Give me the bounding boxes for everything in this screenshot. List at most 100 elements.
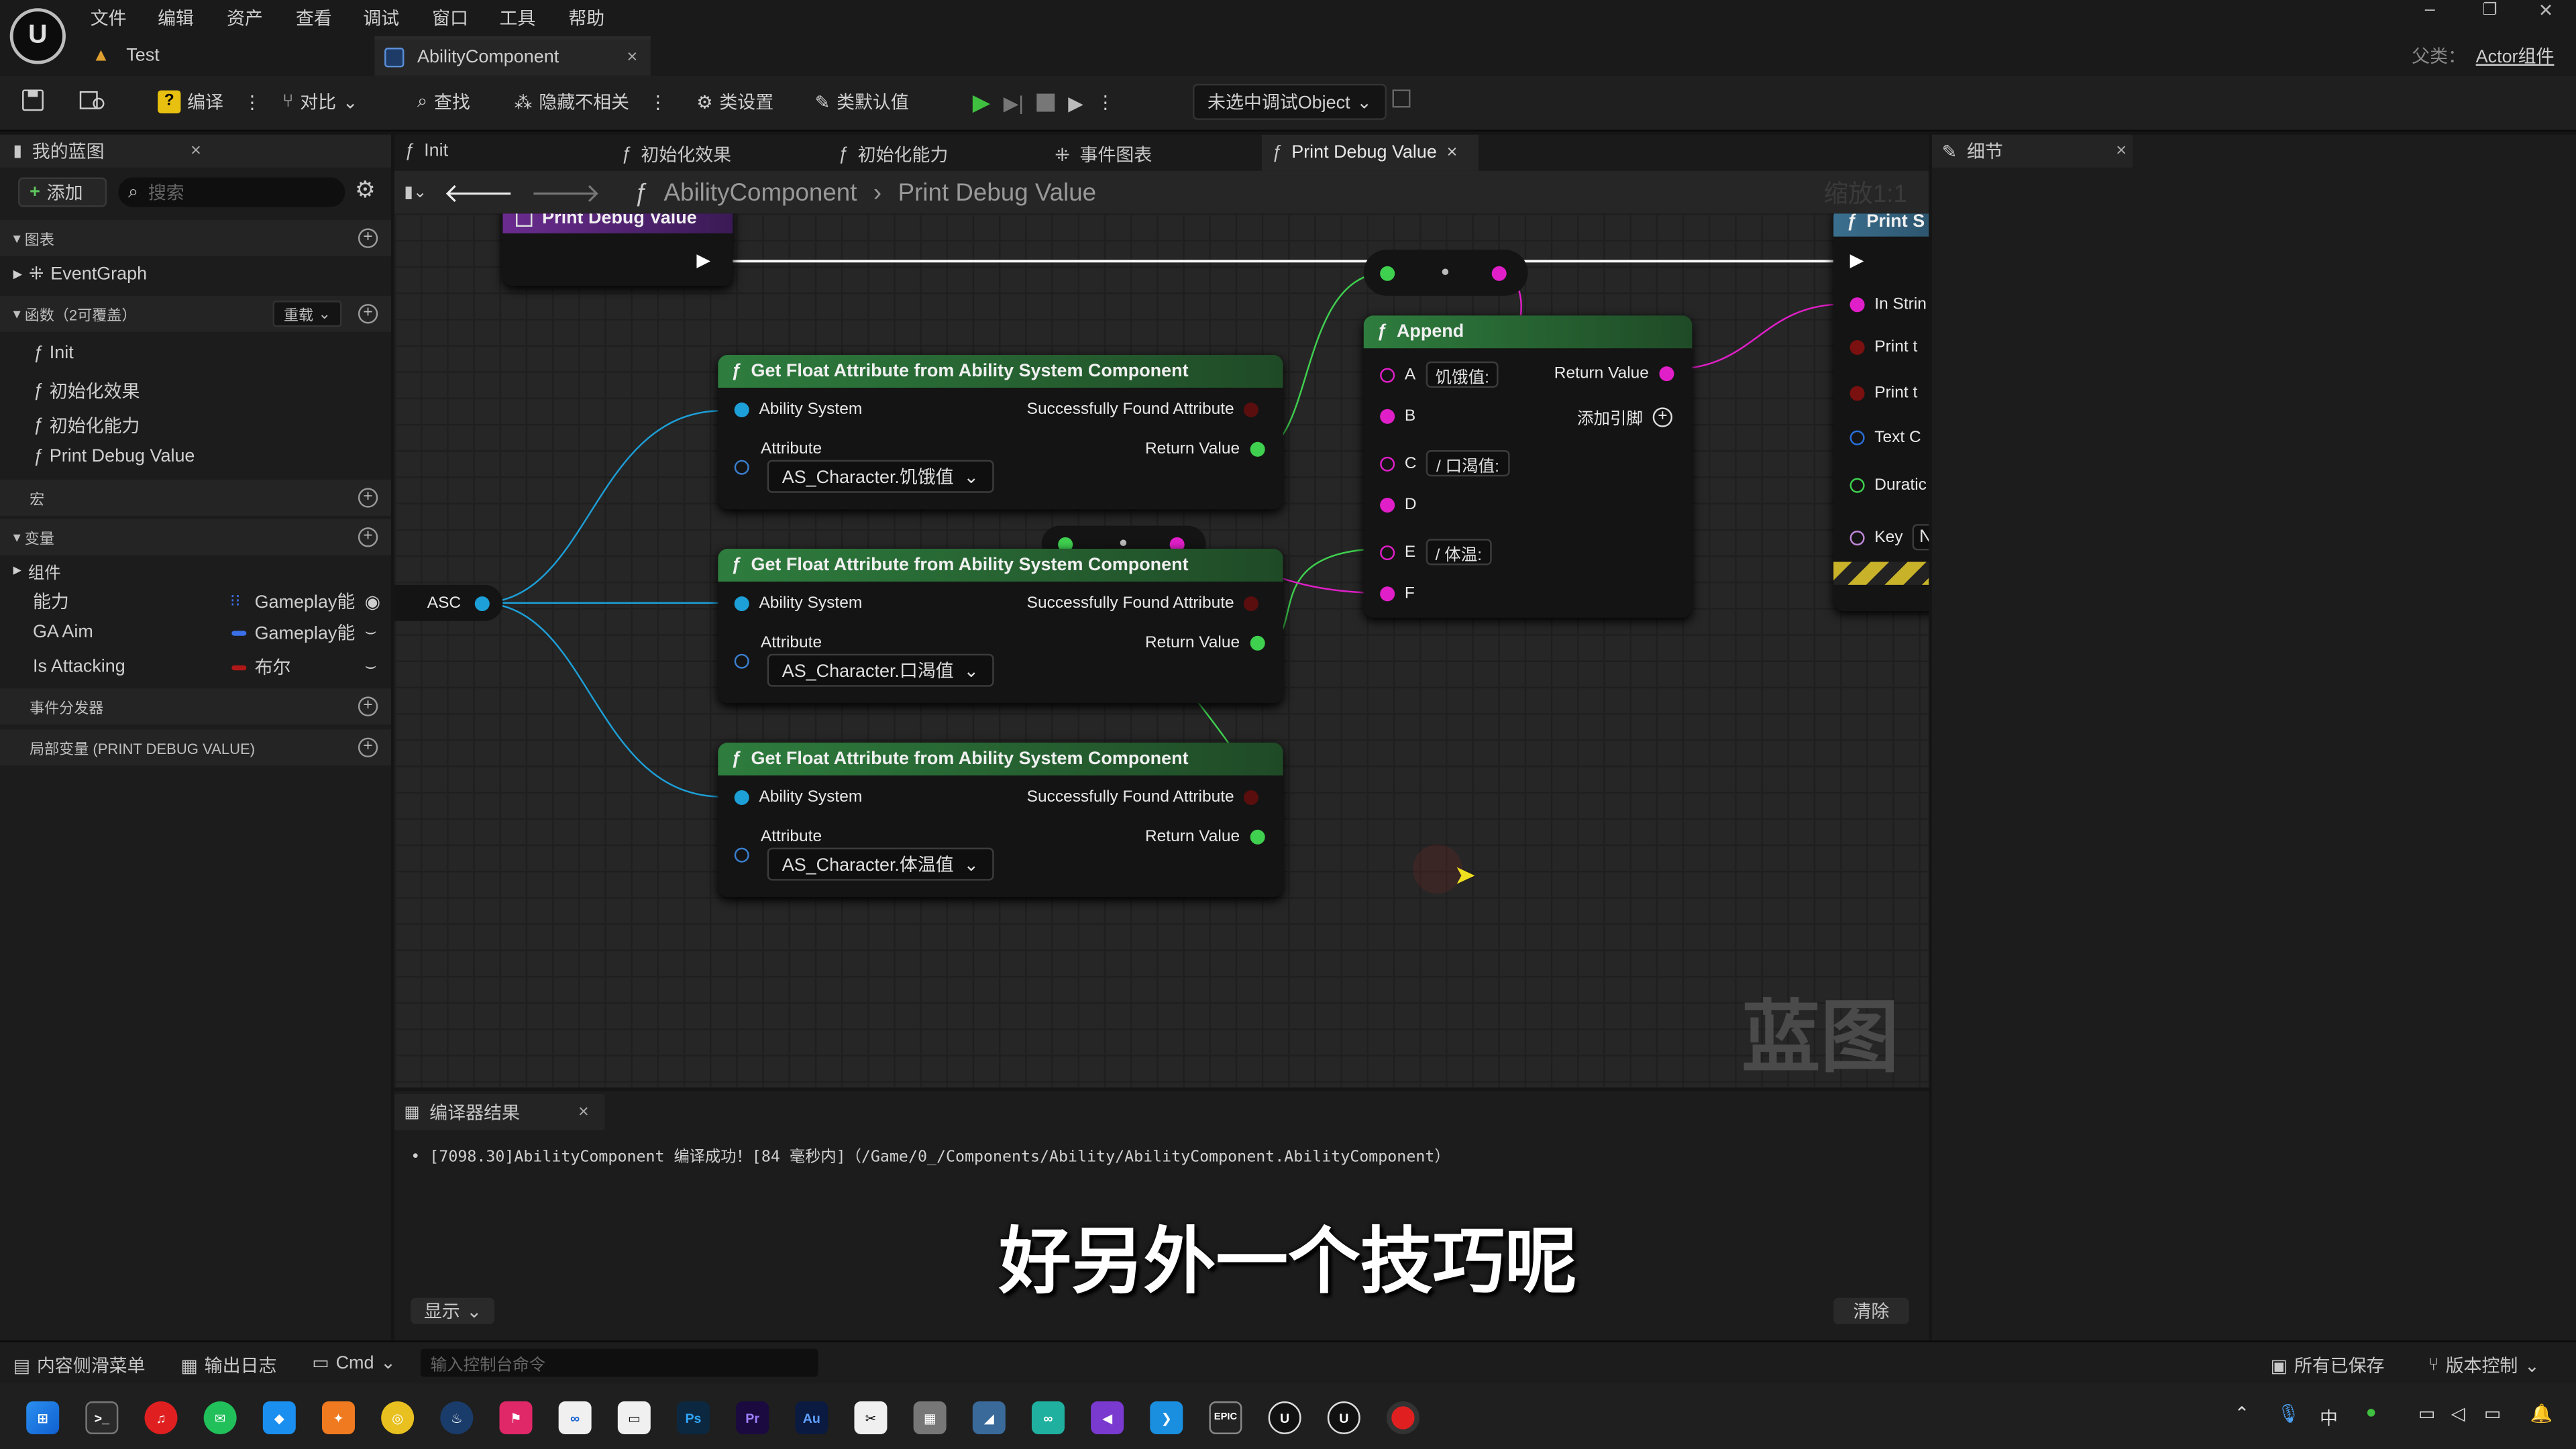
- return-value-pin[interactable]: Return Value: [1145, 828, 1265, 846]
- get-float-attribute-node[interactable]: ƒ Get Float Attribute from Ability System…: [718, 548, 1283, 704]
- capcut-icon[interactable]: ✂: [854, 1401, 888, 1434]
- visual-studio-icon[interactable]: ◀: [1091, 1401, 1124, 1434]
- compile-button[interactable]: ? 编译 ⋮: [158, 89, 261, 115]
- unreal-logo[interactable]: U: [9, 8, 66, 64]
- cmd-dropdown[interactable]: ▭ Cmd ⌄: [312, 1352, 396, 1374]
- text-color-pin[interactable]: Text C: [1849, 429, 1921, 447]
- content-drawer-button[interactable]: ▤ 内容侧滑菜单: [13, 1352, 146, 1379]
- menu-file[interactable]: 文件: [91, 5, 127, 31]
- section-macros[interactable]: 宏 +: [0, 480, 391, 516]
- append-text-input[interactable]: / 口渴值:: [1426, 450, 1509, 477]
- red-app-icon[interactable]: ⚑: [499, 1401, 533, 1434]
- add-macro-icon[interactable]: +: [358, 488, 378, 508]
- ability-system-pin[interactable]: Ability System: [734, 401, 862, 419]
- network-icon[interactable]: ▭: [2418, 1403, 2435, 1424]
- get-float-attribute-node[interactable]: ƒ Get Float Attribute from Ability System…: [718, 354, 1283, 510]
- add-graph-icon[interactable]: +: [358, 228, 378, 248]
- asc-variable-node[interactable]: ASC: [394, 584, 503, 621]
- event-graph-item[interactable]: ▸ ⁜ EventGraph: [13, 263, 147, 284]
- forward-arrow-icon[interactable]: 🡒: [531, 175, 601, 209]
- notification-bell-icon[interactable]: 🔔: [2530, 1403, 2553, 1424]
- graph-tab-init-abilities[interactable]: ƒ 初始化能力: [838, 142, 948, 168]
- source-control-button[interactable]: ⑂ 版本控制 ⌄: [2428, 1352, 2540, 1379]
- append-return-pin[interactable]: Return Value: [1554, 365, 1674, 383]
- tray-app-icon[interactable]: ●: [2366, 1403, 2377, 1422]
- eye-closed-icon[interactable]: ⌣: [365, 622, 377, 643]
- output-log-button[interactable]: ▦ 输出日志: [180, 1352, 276, 1379]
- oculus-icon[interactable]: ▭: [617, 1401, 651, 1434]
- append-node[interactable]: ƒ Append A 饥饿值: Return Value B 添加引脚 + C / 口渴…: [1363, 315, 1693, 618]
- append-pin-e[interactable]: E / 体温:: [1380, 539, 1492, 566]
- browse-icon[interactable]: [79, 89, 105, 111]
- wechat-icon[interactable]: ✉: [203, 1401, 237, 1434]
- save-icon[interactable]: [21, 89, 44, 111]
- tab-ability-component[interactable]: AbilityComponent ×: [374, 36, 651, 76]
- butterfly-app-icon[interactable]: ✦: [322, 1401, 355, 1434]
- microphone-icon[interactable]: 🎙: [2277, 1403, 2300, 1424]
- graph-tab-print-debug-value[interactable]: ƒ Print Debug Value ×: [1261, 134, 1479, 171]
- epic-games-icon[interactable]: EPIC: [1209, 1401, 1242, 1434]
- eye-closed-icon[interactable]: ⌣: [365, 656, 377, 678]
- hide-unrelated-button[interactable]: ⁂ 隐藏不相关 ⋮: [515, 89, 667, 115]
- section-variables[interactable]: ▾ 变量 +: [0, 519, 391, 555]
- close-icon[interactable]: ×: [627, 48, 637, 67]
- play-icon[interactable]: ▶: [973, 89, 990, 117]
- add-variable-icon[interactable]: +: [358, 527, 378, 547]
- struct-pin-icon[interactable]: [734, 653, 749, 669]
- return-value-pin[interactable]: Return Value: [1145, 634, 1265, 652]
- found-attribute-pin[interactable]: Successfully Found Attribute: [1027, 595, 1259, 612]
- obs-record-icon[interactable]: [1386, 1401, 1419, 1434]
- battery-icon[interactable]: ▭: [2484, 1403, 2501, 1424]
- premiere-icon[interactable]: Pr: [736, 1401, 769, 1434]
- windows-start-icon[interactable]: ⊞: [26, 1401, 60, 1434]
- ability-system-pin[interactable]: Ability System: [734, 789, 862, 806]
- found-attribute-pin[interactable]: Successfully Found Attribute: [1027, 789, 1259, 806]
- add-local-variable-icon[interactable]: +: [358, 737, 378, 757]
- steam-icon[interactable]: ♨: [440, 1401, 474, 1434]
- variable-item[interactable]: Is Attacking 布尔 ⌣: [33, 656, 386, 678]
- function-item[interactable]: ƒ Print Debug Value: [33, 447, 195, 466]
- breadcrumb-root[interactable]: AbilityComponent: [664, 178, 857, 207]
- get-float-attribute-node[interactable]: ƒ Get Float Attribute from Ability System…: [718, 742, 1283, 898]
- unreal-engine-icon[interactable]: U: [1268, 1401, 1301, 1434]
- save-all-status[interactable]: ▣ 所有已保存: [2271, 1352, 2385, 1379]
- arduino-icon[interactable]: ∞: [1031, 1401, 1065, 1434]
- reroute-knot[interactable]: ●: [1363, 250, 1528, 296]
- close-window-icon[interactable]: ✕: [2538, 0, 2554, 21]
- menu-view[interactable]: 查看: [296, 5, 332, 31]
- reroute-pin-pink[interactable]: [1491, 266, 1507, 281]
- add-pin-button[interactable]: 添加引脚 +: [1577, 404, 1673, 429]
- terminal-icon[interactable]: >_: [85, 1401, 119, 1434]
- more-options-icon[interactable]: ⋮: [649, 91, 667, 112]
- chrome-icon[interactable]: ◎: [381, 1401, 415, 1434]
- attribute-dropdown[interactable]: AS_Character.口渴值 ⌄: [767, 653, 994, 687]
- append-pin-d[interactable]: D: [1380, 496, 1417, 515]
- show-dropdown[interactable]: 显示 ⌄: [411, 1297, 495, 1324]
- panel-tab[interactable]: ▮ 我的蓝图 ×: [0, 134, 391, 168]
- section-dispatchers[interactable]: 事件分发器 +: [0, 688, 391, 725]
- console-input[interactable]: 输入控制台命令: [420, 1348, 818, 1377]
- details-tab[interactable]: ✎ 细节 ×: [1932, 134, 2133, 168]
- bookmark-icon[interactable]: ▮⌄: [404, 183, 427, 201]
- minimize-icon[interactable]: –: [2425, 0, 2435, 19]
- menu-debug[interactable]: 调试: [363, 5, 399, 31]
- variable-item[interactable]: 能力 ⁝⁝ Gameplay能 ◉: [33, 588, 386, 614]
- photoshop-icon[interactable]: Ps: [676, 1401, 710, 1434]
- append-pin-c[interactable]: C / 口渴值:: [1380, 450, 1509, 477]
- clear-button[interactable]: 清除: [1833, 1297, 1909, 1324]
- debug-filter-icon[interactable]: [1391, 89, 1411, 108]
- override-dropdown[interactable]: 重载 ⌄: [272, 301, 342, 327]
- graph-tab-init[interactable]: ƒ Init: [404, 142, 448, 161]
- print-screen-pin[interactable]: Print t: [1849, 338, 1917, 356]
- in-string-pin[interactable]: In Strin: [1849, 296, 1927, 314]
- function-item[interactable]: ƒ Init: [33, 343, 74, 363]
- debug-object-select[interactable]: 未选中调试Object ⌄: [1192, 83, 1387, 120]
- append-text-input[interactable]: 饥饿值:: [1425, 361, 1499, 388]
- menu-window[interactable]: 窗口: [432, 5, 468, 31]
- calculator-icon[interactable]: ▦: [913, 1401, 947, 1434]
- function-item[interactable]: ƒ 初始化效果: [33, 378, 140, 404]
- add-dispatcher-icon[interactable]: +: [358, 696, 378, 716]
- file-transfer-icon[interactable]: ◆: [262, 1401, 296, 1434]
- tray-chevron-up-icon[interactable]: ⌃: [2235, 1403, 2250, 1424]
- close-icon[interactable]: ×: [1447, 143, 1458, 162]
